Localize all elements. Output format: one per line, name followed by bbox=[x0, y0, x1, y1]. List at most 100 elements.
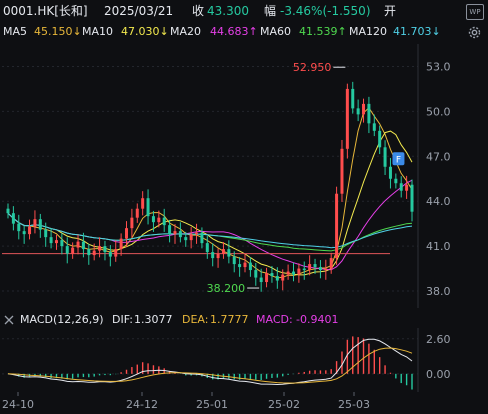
candle-body bbox=[200, 232, 204, 244]
candle-body bbox=[22, 231, 26, 235]
x-tick-label: 24-10 bbox=[2, 398, 34, 411]
candle-body bbox=[38, 219, 42, 230]
candle-body bbox=[238, 264, 242, 268]
ma10-label: MA10 bbox=[82, 25, 114, 38]
candle-body bbox=[119, 238, 123, 250]
macd-tick-label: 2.60 bbox=[426, 333, 451, 346]
candle-body bbox=[33, 219, 37, 227]
high-annotation: 52.950 bbox=[293, 61, 332, 74]
candle-body bbox=[11, 213, 15, 224]
candle-body bbox=[141, 198, 145, 209]
candle-body bbox=[313, 264, 317, 268]
candle-body bbox=[28, 226, 32, 235]
candle-body bbox=[178, 231, 182, 238]
dea-value: 1.7777 bbox=[210, 313, 249, 326]
candle-body bbox=[378, 130, 382, 148]
candle-body bbox=[60, 240, 64, 247]
price-tick-label: 44.0 bbox=[426, 195, 451, 208]
x-tick-label: 25-03 bbox=[338, 398, 370, 411]
candle-body bbox=[232, 256, 236, 265]
candle-body bbox=[254, 270, 258, 278]
ma5-value: 45.150↓ bbox=[34, 25, 82, 38]
quote-header: 0001.HK[长和] 2025/03/21 收 43.300 幅 -3.46%… bbox=[0, 0, 488, 22]
ma20-line bbox=[7, 179, 413, 271]
ma5-label: MA5 bbox=[3, 25, 28, 38]
dif-value: 1.3077 bbox=[134, 313, 173, 326]
wp-badge[interactable]: WP bbox=[466, 4, 484, 20]
candle-body bbox=[168, 225, 172, 235]
candle-body bbox=[410, 184, 414, 212]
candle-body bbox=[17, 223, 21, 232]
candle-body bbox=[195, 232, 199, 235]
candle-body bbox=[6, 208, 10, 214]
symbol-label[interactable]: 0001.HK[长和] bbox=[3, 0, 88, 22]
close-indicator-icon[interactable] bbox=[2, 313, 16, 327]
ma120-label: MA120 bbox=[349, 25, 388, 38]
price-tick-label: 47.0 bbox=[426, 150, 451, 163]
candle-body bbox=[394, 178, 398, 184]
candle-body bbox=[362, 103, 366, 115]
price-tick-label: 50.0 bbox=[426, 105, 451, 118]
candle-body bbox=[49, 237, 53, 244]
candle-body bbox=[135, 208, 139, 218]
low-annotation: 38.200 bbox=[207, 282, 246, 295]
candle-body bbox=[383, 147, 387, 167]
price-tick-label: 38.0 bbox=[426, 285, 451, 298]
candle-body bbox=[275, 276, 279, 281]
candle-body bbox=[324, 268, 328, 271]
candle-body bbox=[265, 273, 269, 283]
dif-line bbox=[7, 338, 413, 386]
candle-body bbox=[98, 246, 102, 251]
dea-line bbox=[7, 347, 413, 384]
macd-label: MACD: bbox=[256, 313, 293, 326]
macd-title[interactable]: MACD(12,26,9) bbox=[20, 312, 104, 328]
macd-tick-label: 0.00 bbox=[426, 368, 451, 381]
candle-body bbox=[281, 274, 285, 281]
candle-body bbox=[146, 198, 150, 217]
event-marker-label: F bbox=[396, 155, 401, 165]
price-chart[interactable]: 52.950 38.200 F 53.0 50.0 47.0 44.0 41.0 38.0 bbox=[0, 44, 488, 308]
candle-body bbox=[221, 249, 225, 254]
ma20-value: 44.683↑ bbox=[210, 25, 258, 38]
candle-body bbox=[335, 193, 339, 259]
close-label: 收 bbox=[192, 4, 205, 18]
open-label: 开 bbox=[384, 4, 397, 18]
ma120-value: 41.703↓ bbox=[393, 25, 441, 38]
macd-value: -0.9401 bbox=[296, 313, 339, 326]
time-axis: 24-10 24-12 25-01 25-02 25-03 bbox=[2, 392, 370, 411]
candle-body bbox=[388, 166, 392, 179]
candle-body bbox=[76, 241, 80, 248]
candle-body bbox=[367, 103, 371, 124]
candle-body bbox=[372, 123, 376, 131]
price-tick-label: 41.0 bbox=[426, 240, 451, 253]
candle-body bbox=[130, 217, 134, 229]
candle-body bbox=[248, 262, 252, 271]
candle-body bbox=[318, 267, 322, 271]
candle-body bbox=[151, 216, 155, 223]
candle-body bbox=[405, 184, 409, 191]
macd-chart[interactable]: 2.60 0.00 bbox=[0, 328, 488, 392]
candle-body bbox=[399, 183, 403, 191]
candle-body bbox=[162, 217, 166, 226]
candle-body bbox=[108, 252, 112, 257]
dea-label: DEA: bbox=[182, 313, 209, 326]
candle-body bbox=[205, 243, 209, 253]
candle-body bbox=[345, 88, 349, 149]
settings-gear-icon[interactable] bbox=[467, 25, 481, 39]
ma60-label: MA60 bbox=[260, 25, 292, 38]
change-label: 幅 bbox=[264, 4, 277, 18]
candle-body bbox=[87, 249, 91, 256]
candle-body bbox=[103, 246, 107, 253]
candle-body bbox=[65, 246, 69, 254]
candle-body bbox=[259, 277, 263, 283]
candle-body bbox=[81, 241, 85, 250]
change-value: -3.46%(-1.550) bbox=[280, 4, 371, 18]
candle-body bbox=[297, 268, 301, 275]
candle-body bbox=[302, 268, 306, 271]
candle-body bbox=[243, 262, 247, 268]
candle-body bbox=[329, 258, 333, 269]
candle-body bbox=[173, 231, 177, 235]
candle-body bbox=[351, 88, 355, 109]
candle-body bbox=[189, 234, 193, 241]
date-label: 2025/03/21 bbox=[104, 4, 174, 18]
